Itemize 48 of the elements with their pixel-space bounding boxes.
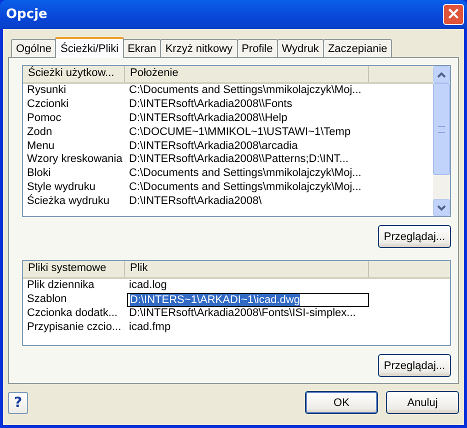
table-cell-text: C:\DOCUME~1\MMIKOL~1\USTAWI~1\Temp — [128, 126, 351, 140]
scroll-thumb[interactable] — [433, 83, 450, 175]
list-item[interactable]: Bloki — [23, 167, 125, 182]
list-item[interactable]: Pomoc — [23, 112, 125, 126]
list-item[interactable]: Wzory kreskowania — [23, 153, 125, 168]
scroll-down-icon[interactable] — [433, 199, 450, 216]
list-item[interactable]: Szablon — [23, 292, 125, 307]
list-item[interactable]: Czcionka dodatk... — [23, 306, 125, 321]
table-cell-text: D:\INTERsoft\Arkadia2008\arcadia — [128, 140, 298, 154]
list-item[interactable]: Zodn — [23, 126, 125, 140]
tab[interactable]: Zaczepianie — [322, 39, 392, 57]
close-button[interactable]: × — [443, 4, 464, 25]
table-cell-text: C:\Documents and Settings\mmikolajczyk\Moj... — [128, 167, 362, 182]
table-cell-text: C:\Documents and Settings\mmikolajczyk\Moj... — [128, 181, 362, 196]
list-item[interactable]: Przypisanie czcio... — [23, 320, 125, 335]
dialog-button[interactable]: OK — [305, 391, 378, 414]
tab[interactable]: Ekran — [122, 39, 162, 57]
table-cell-text: C:\Documents and Settings\mmikolajczyk\Moj... — [128, 84, 362, 98]
table-cell-text: D:\INTERsoft\Arkadia2008\\Fonts — [128, 98, 292, 112]
table-cell-text: icad.fmp — [128, 320, 171, 335]
column-header[interactable]: Plik — [125, 261, 369, 277]
table-cell-text: D:\INTERsoft\Arkadia2008\\Patterns;D:\INT... — [128, 153, 348, 168]
tab[interactable]: Krzyż nitkowy — [160, 39, 238, 57]
tab[interactable]: Ogólne — [11, 39, 56, 57]
list-item[interactable]: Ścieżka wydruku — [23, 195, 125, 210]
help-button[interactable]: ? — [8, 392, 28, 414]
column-header[interactable]: Pliki systemowe — [23, 261, 125, 277]
table-cell-text: icad.log — [128, 279, 167, 293]
table-cell-text: D:\INTERsoft\Arkadia2008\Fonts\ISI-simplex... — [128, 306, 356, 321]
dialog-button[interactable]: Anuluj — [386, 391, 459, 414]
list-item[interactable]: Menu — [23, 140, 125, 154]
list-item[interactable]: Plik dziennika — [23, 279, 125, 293]
scroll-up-icon[interactable] — [433, 66, 450, 83]
input-field[interactable]: D:\INTERS~1\ARKADI~1\icad.dwg — [127, 292, 369, 307]
window-title: Opcje — [6, 7, 48, 22]
column-header[interactable]: Położenie — [125, 66, 369, 82]
table-cell-text: D:\INTERsoft\Arkadia2008\\Help — [128, 112, 288, 126]
tab[interactable]: Wydruk — [276, 39, 324, 57]
list-item[interactable]: Style wydruku — [23, 181, 125, 196]
tab[interactable]: Profile — [236, 39, 278, 57]
list-item[interactable]: Rysunki — [23, 84, 125, 98]
scrollbar[interactable] — [433, 66, 450, 216]
column-header[interactable]: Ścieżki użytkow... — [23, 66, 125, 82]
tab[interactable]: Ścieżki/Pliki — [55, 37, 124, 58]
table-cell-text: D:\INTERsoft\Arkadia2008\ — [128, 195, 262, 210]
browse-button[interactable]: Przeglądaj... — [378, 225, 451, 248]
list-item[interactable]: Czcionki — [23, 98, 125, 112]
browse-button[interactable]: Przeglądaj... — [378, 354, 451, 377]
